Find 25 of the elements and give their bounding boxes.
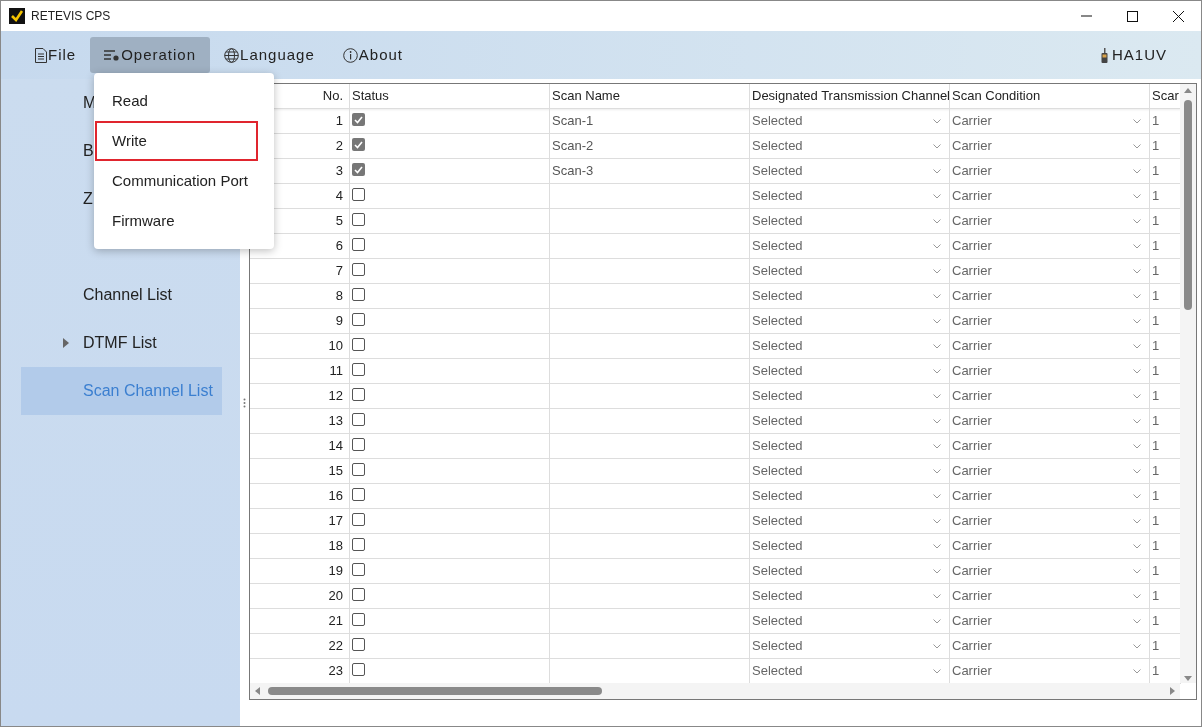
table-cell: Scan-1 — [550, 109, 750, 133]
window-title: RETEVIS CPS — [31, 8, 111, 25]
row-number: 17 — [250, 509, 350, 533]
row-number: 16 — [250, 484, 350, 508]
column-header: Status — [350, 84, 550, 108]
device-label: HA1UV — [1111, 44, 1167, 65]
row-number: 21 — [250, 609, 350, 633]
table-cell: Scan-3 — [550, 159, 750, 183]
row-number: 14 — [250, 434, 350, 458]
row-number: 22 — [250, 634, 350, 658]
row-number: 15 — [250, 459, 350, 483]
row-number: 9 — [250, 309, 350, 333]
row-number: 11 — [250, 359, 350, 383]
column-header: Designated Transmission Channel — [750, 84, 950, 108]
table-cell: Scan-2 — [550, 134, 750, 158]
row-number: 20 — [250, 584, 350, 608]
row-number: 19 — [250, 559, 350, 583]
row-number: 18 — [250, 534, 350, 558]
column-header: Scan Name — [550, 84, 750, 108]
row-number: 13 — [250, 409, 350, 433]
row-number: 10 — [250, 334, 350, 358]
row-number: 12 — [250, 384, 350, 408]
row-number: 8 — [250, 284, 350, 308]
column-header: Scan Condition — [950, 84, 1150, 108]
row-number: 7 — [250, 259, 350, 283]
